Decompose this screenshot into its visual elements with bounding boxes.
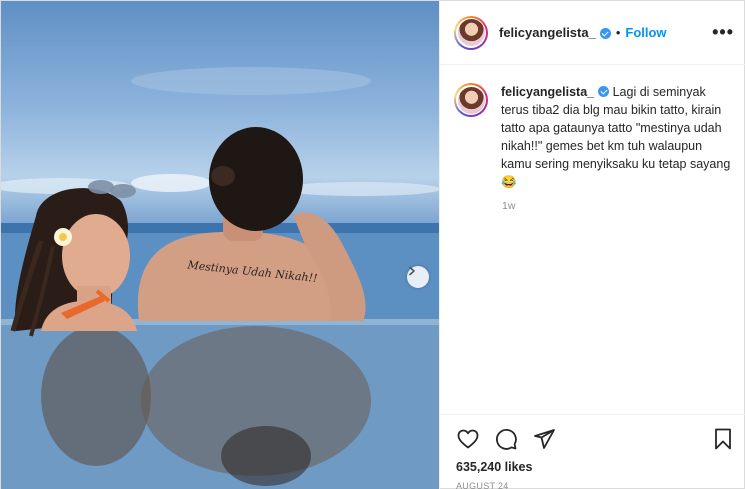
avatar-image (457, 19, 485, 46)
heart-icon[interactable] (456, 427, 480, 451)
more-options-icon[interactable]: ••• (712, 23, 734, 41)
post-date[interactable]: AUGUST 24 (456, 481, 509, 489)
bookmark-icon[interactable] (712, 427, 734, 451)
caption-username[interactable]: felicyangelista_ (501, 85, 594, 99)
comment-icon[interactable] (494, 427, 518, 451)
header-username[interactable]: felicyangelista_ (499, 25, 596, 40)
verified-badge-icon (599, 28, 611, 39)
post-header: felicyangelista_ • Follow ••• (440, 1, 745, 65)
action-bar: 635,240 likes AUGUST 24 (440, 414, 745, 489)
photo-illustration: Mestinya Udah Nikah!! (1, 67, 439, 489)
likes-count[interactable]: 635,240 likes (456, 460, 532, 474)
post-photo[interactable]: Mestinya Udah Nikah!! (1, 1, 439, 489)
avatar[interactable] (454, 15, 488, 50)
caption-avatar-image (457, 86, 485, 114)
caption-avatar[interactable] (454, 83, 488, 117)
caption-block: felicyangelista_ Lagi di seminyak terus … (454, 83, 734, 191)
caption-text: Lagi di seminyak terus tiba2 dia blg mau… (501, 85, 731, 189)
chevron-right-icon (409, 266, 415, 276)
post-side-panel: felicyangelista_ • Follow ••• felicyange… (439, 1, 745, 489)
caption-timestamp[interactable]: 1w (502, 200, 515, 212)
send-icon[interactable] (532, 427, 556, 451)
follow-button[interactable]: Follow (625, 25, 666, 40)
next-photo-button[interactable] (407, 266, 429, 288)
instagram-post: Mestinya Udah Nikah!! felicyangelista_ •… (0, 0, 745, 489)
caption-text-container: felicyangelista_ Lagi di seminyak terus … (501, 83, 733, 191)
caption-verified-badge-icon (598, 86, 610, 97)
separator-dot: • (615, 25, 621, 40)
